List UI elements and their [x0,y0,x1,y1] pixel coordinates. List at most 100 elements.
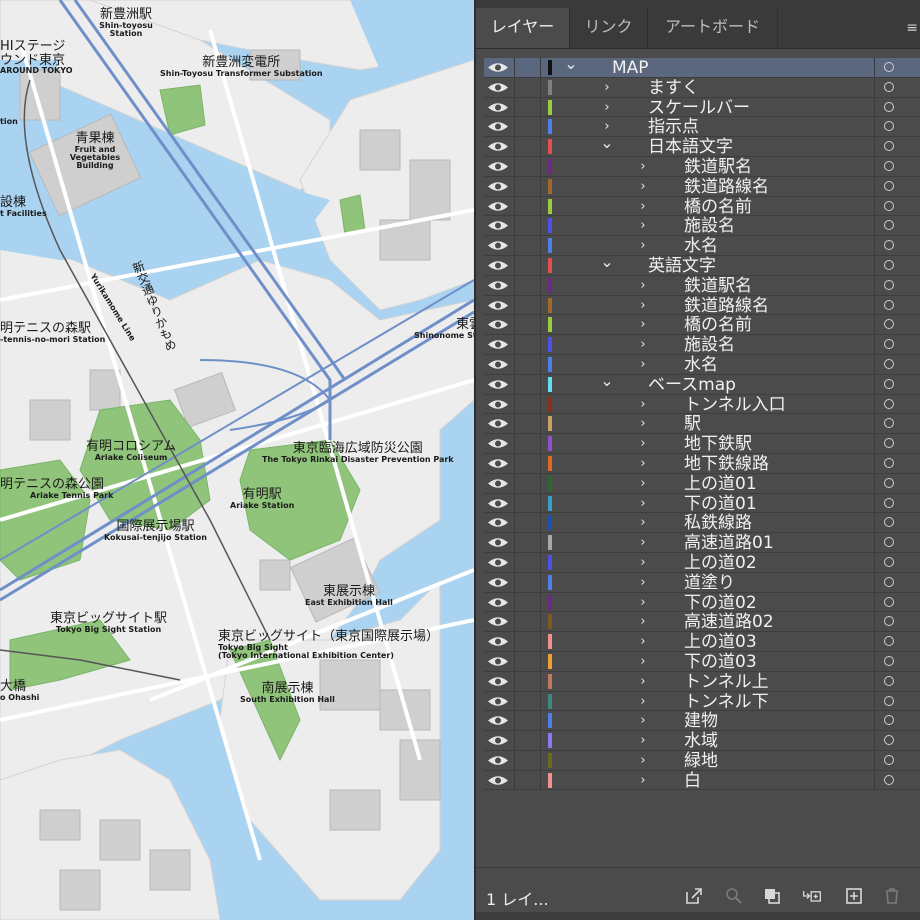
layer-row[interactable]: › 水名 [484,236,920,256]
layer-target-circle-icon[interactable] [884,121,894,132]
chevron-right-icon[interactable]: › [636,434,650,453]
layer-row[interactable]: › 下の道01 [484,493,920,514]
layer-target-circle-icon[interactable] [884,378,894,389]
layer-target-circle-icon[interactable] [884,200,894,211]
chevron-down-icon[interactable]: ⌄ [600,372,614,388]
visibility-eye-icon[interactable] [486,772,510,789]
layer-target-circle-icon[interactable] [884,537,894,548]
layer-row[interactable]: › 指示点 [484,117,920,137]
layer-row[interactable]: › 下の道02 [484,592,920,613]
layer-target-circle-icon[interactable] [884,279,894,290]
layer-row[interactable]: › 道塗り [484,572,920,593]
layer-target-circle-icon[interactable] [884,695,894,706]
layer-target-circle-icon[interactable] [884,556,894,567]
visibility-eye-icon[interactable] [486,118,510,135]
layer-target-circle-icon[interactable] [884,735,894,746]
visibility-eye-icon[interactable] [486,336,510,353]
layer-target-circle-icon[interactable] [884,418,894,429]
layer-target-circle-icon[interactable] [884,497,894,508]
trash-icon[interactable] [882,886,902,906]
chevron-right-icon[interactable]: › [636,513,650,532]
visibility-eye-icon[interactable] [486,178,510,195]
new-sublayer-icon[interactable] [802,886,822,906]
visibility-eye-icon[interactable] [486,574,510,591]
visibility-eye-icon[interactable] [486,158,510,175]
chevron-right-icon[interactable]: › [636,751,650,770]
layer-row[interactable]: › 白 [484,770,920,791]
layer-row[interactable]: › 鉄道路線名 [484,295,920,316]
new-layer-icon[interactable] [844,886,864,906]
layer-target-circle-icon[interactable] [884,240,894,251]
layer-target-circle-icon[interactable] [884,675,894,686]
layer-row[interactable]: › 地下鉄線路 [484,453,920,474]
layer-row[interactable]: › 水域 [484,731,920,751]
layer-target-circle-icon[interactable] [884,715,894,726]
layer-target-circle-icon[interactable] [884,774,894,785]
layer-row[interactable]: ⌄ MAP [484,56,920,78]
layer-target-circle-icon[interactable] [884,180,894,191]
chevron-right-icon[interactable]: › [636,632,650,651]
chevron-right-icon[interactable]: › [636,573,650,592]
visibility-eye-icon[interactable] [486,59,510,76]
chevron-right-icon[interactable]: › [636,672,650,691]
map-canvas[interactable]: 新豊洲駅 Shin-toyosu Station 新豊洲変電所 Shin-Toyos… [0,0,474,920]
layer-target-circle-icon[interactable] [884,160,894,171]
visibility-eye-icon[interactable] [486,396,510,413]
chevron-right-icon[interactable]: › [600,78,614,97]
chevron-right-icon[interactable]: › [600,98,614,117]
layer-row[interactable]: › 高速道路02 [484,612,920,632]
chevron-right-icon[interactable]: › [636,216,650,235]
layer-target-circle-icon[interactable] [884,754,894,765]
chevron-right-icon[interactable]: › [636,355,650,374]
layer-row[interactable]: ⌄ ベースmap [484,372,920,395]
layer-row[interactable]: › 鉄道路線名 [484,176,920,197]
chevron-right-icon[interactable]: › [636,494,650,513]
layer-row[interactable]: › 駅 [484,414,920,434]
search-icon[interactable] [724,886,744,906]
visibility-eye-icon[interactable] [486,237,510,254]
visibility-eye-icon[interactable] [486,752,510,769]
tab-layers[interactable]: レイヤー [476,8,570,48]
visibility-eye-icon[interactable] [486,277,510,294]
layer-row[interactable]: › トンネル下 [484,691,920,712]
layer-target-circle-icon[interactable] [884,655,894,666]
visibility-eye-icon[interactable] [486,257,510,274]
chevron-right-icon[interactable]: › [636,652,650,671]
layer-row[interactable]: › 緑地 [484,750,920,771]
visibility-eye-icon[interactable] [486,435,510,452]
visibility-eye-icon[interactable] [486,376,510,393]
layer-row[interactable]: › 上の道03 [484,632,920,652]
chevron-right-icon[interactable]: › [636,177,650,196]
layer-row[interactable]: › 水名 [484,354,920,375]
layer-row[interactable]: › トンネル上 [484,671,920,692]
visibility-eye-icon[interactable] [486,356,510,373]
layer-target-circle-icon[interactable] [884,636,894,647]
visibility-eye-icon[interactable] [486,673,510,690]
export-icon[interactable] [684,886,704,906]
visibility-eye-icon[interactable] [486,198,510,215]
visibility-eye-icon[interactable] [486,217,510,234]
chevron-right-icon[interactable]: › [636,553,650,572]
layer-row[interactable]: › 地下鉄駅 [484,434,920,454]
layer-row[interactable]: ⌄ 日本語文字 [484,135,920,157]
layer-row[interactable]: › 鉄道駅名 [484,275,920,296]
layer-target-circle-icon[interactable] [884,438,894,449]
layer-row[interactable]: › 施設名 [484,335,920,355]
visibility-eye-icon[interactable] [486,732,510,749]
chevron-down-icon[interactable]: ⌄ [600,253,614,269]
layer-target-circle-icon[interactable] [884,141,894,152]
chevron-right-icon[interactable]: › [636,414,650,433]
layer-row[interactable]: ⌄ 英語文字 [484,253,920,276]
visibility-eye-icon[interactable] [486,316,510,333]
layer-row[interactable]: › 鉄道駅名 [484,156,920,177]
chevron-right-icon[interactable]: › [636,612,650,631]
layer-target-circle-icon[interactable] [884,358,894,369]
chevron-right-icon[interactable]: › [636,731,650,750]
layer-row[interactable]: › 下の道03 [484,651,920,672]
visibility-eye-icon[interactable] [486,99,510,116]
visibility-eye-icon[interactable] [486,633,510,650]
layer-target-circle-icon[interactable] [884,299,894,310]
layer-target-circle-icon[interactable] [884,81,894,92]
visibility-eye-icon[interactable] [486,455,510,472]
visibility-eye-icon[interactable] [486,613,510,630]
